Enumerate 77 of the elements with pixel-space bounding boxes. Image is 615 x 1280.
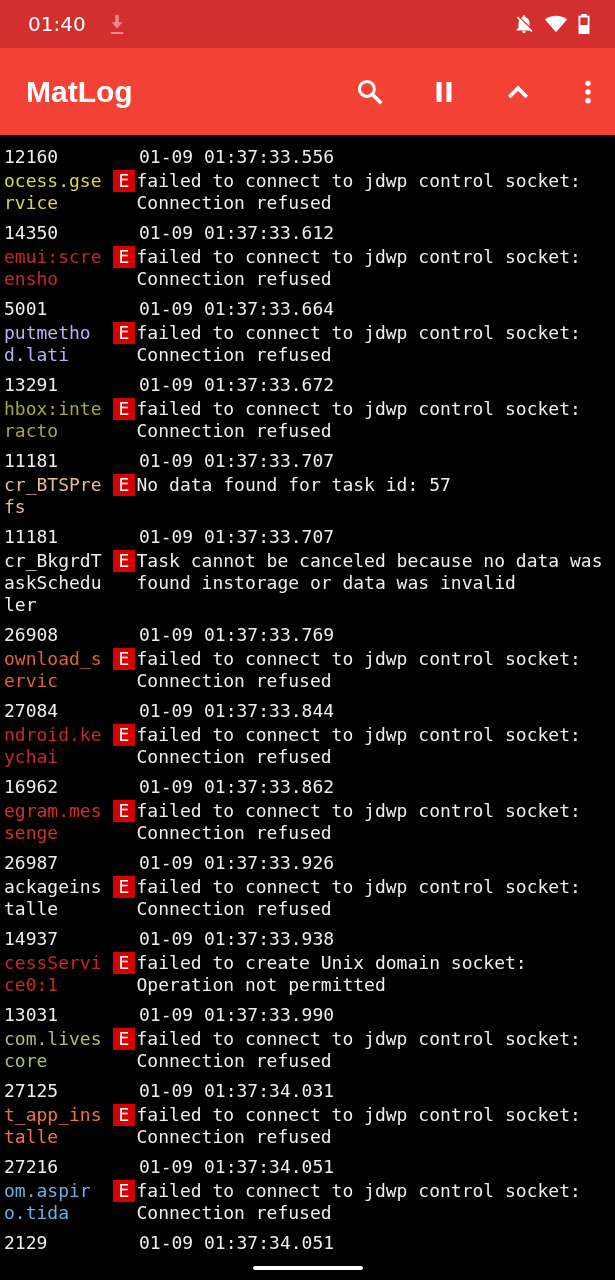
log-tag: hbox:interacto [4, 398, 102, 442]
timestamp: 01-09 01:37:33.990 [139, 1004, 335, 1027]
level-badge: E [113, 1028, 136, 1050]
log-message: failed to connect to jdwp control socket: Connection refused [136, 1028, 582, 1072]
log-tag: egram.messenge [4, 800, 102, 844]
timestamp: 01-09 01:37:33.769 [139, 624, 335, 647]
timestamp: 01-09 01:37:34.051 [139, 1156, 335, 1179]
log-message: failed to connect to jdwp control socket: Connection refused [136, 800, 582, 844]
log-tag: cr_BTSPrefs [4, 474, 102, 518]
process-id: 16962 [4, 776, 60, 799]
timestamp: 01-09 01:37:33.707 [139, 526, 335, 549]
process-id: 27216 [4, 1156, 60, 1179]
level-badge: E [113, 246, 136, 268]
level-badge: E [113, 800, 136, 822]
level-badge: E [113, 398, 136, 420]
log-message: No data found for task id: 57 [136, 474, 452, 496]
level-badge: E [113, 724, 136, 746]
timestamp: 01-09 01:37:33.672 [139, 374, 335, 397]
timestamp: 01-09 01:37:33.938 [139, 928, 335, 951]
log-message: failed to connect to jdwp control socket: Connection refused [136, 170, 582, 214]
timestamp: 01-09 01:37:33.926 [139, 852, 335, 875]
level-badge: E [113, 1104, 136, 1126]
log-tag: emui:screensho [4, 246, 102, 290]
timestamp: 01-09 01:37:34.031 [139, 1080, 335, 1103]
log-message: failed to connect to jdwp control socket: Connection refused [136, 724, 582, 768]
log-tag: ndroid.keychai [4, 724, 102, 768]
log-tag: om.aspiro.tida [4, 1180, 102, 1224]
timestamp: 01-09 01:37:33.612 [139, 222, 335, 245]
wifi-icon [545, 13, 567, 35]
log-message: failed to connect to jdwp control socket: Connection refused [136, 648, 582, 692]
clock: 01:40 [28, 12, 86, 36]
log-tag: putmethod.lati [4, 322, 102, 366]
process-id: 14937 [4, 928, 60, 951]
level-badge: E [113, 876, 136, 898]
process-id: 5001 [4, 298, 49, 321]
level-badge: E [113, 1180, 136, 1202]
log-message: failed to connect to jdwp control socket: Connection refused [136, 322, 582, 366]
timestamp: 01-09 01:37:34.051 [139, 1232, 335, 1255]
process-id: 11181 [4, 526, 60, 549]
process-id: 12160 [4, 146, 60, 169]
log-message: failed to connect to jdwp control socket: Connection refused [136, 876, 582, 920]
process-id: 11181 [4, 450, 60, 473]
battery-icon [577, 13, 591, 35]
log-tag: cessService0:1 [4, 952, 102, 996]
log-tag: ownload_servic [4, 648, 102, 692]
menu-icon[interactable] [583, 78, 593, 105]
log-message: failed to connect to jdwp control socket: Connection refused [136, 1180, 582, 1224]
timestamp: 01-09 01:37:33.707 [139, 450, 335, 473]
log-tag: cr_BkgrdTaskScheduler [4, 550, 102, 616]
level-badge: E [113, 952, 136, 974]
log-message: failed to connect to jdwp control socket: Connection refused [136, 246, 582, 290]
process-id: 13031 [4, 1004, 60, 1027]
log-tag: ocess.gservice [4, 170, 102, 214]
log-tag: t_app_installe [4, 1104, 102, 1148]
app-title: MatLog [26, 74, 133, 109]
level-badge: E [113, 648, 136, 670]
timestamp: 01-09 01:37:33.664 [139, 298, 335, 321]
log-message: Task cannot be canceled because no data was found instorage or data was invalid [136, 550, 604, 594]
timestamp: 01-09 01:37:33.556 [139, 146, 335, 169]
level-badge: E [113, 474, 136, 496]
level-badge: E [113, 550, 136, 572]
level-badge: E [113, 322, 136, 344]
timestamp: 01-09 01:37:33.844 [139, 700, 335, 723]
process-id: 27125 [4, 1080, 60, 1103]
process-id: 13291 [4, 374, 60, 397]
process-id: 27084 [4, 700, 60, 723]
process-id: 14350 [4, 222, 60, 245]
log-tag: ackageinstalle [4, 876, 102, 920]
log-tag: com.livescore [4, 1028, 102, 1072]
timestamp: 01-09 01:37:33.862 [139, 776, 335, 799]
process-id: 2129 [4, 1232, 49, 1255]
log-message: failed to create Unix domain socket: Operation not permitted [136, 952, 528, 996]
process-id: 26987 [4, 852, 60, 875]
level-badge: E [113, 170, 136, 192]
log-message: failed to connect to jdwp control socket: Connection refused [136, 398, 582, 442]
log-message: failed to connect to jdwp control socket: Connection refused [136, 1104, 582, 1148]
process-id: 26908 [4, 624, 60, 647]
